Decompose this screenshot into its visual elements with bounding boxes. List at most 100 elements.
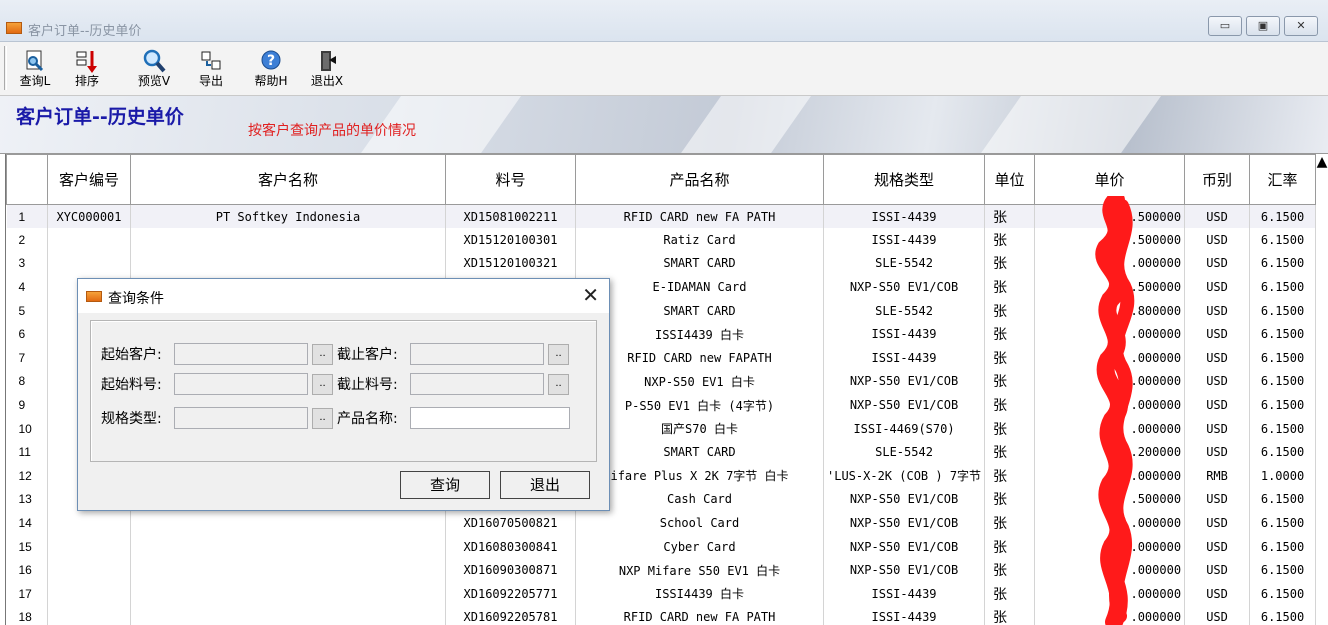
unit-price-cell[interactable]: .500000 (1034, 487, 1186, 512)
customer-code-cell[interactable] (47, 228, 131, 252)
product-name-cell[interactable]: P-S50 EV1 白卡 (4字节) (575, 393, 824, 417)
spec-type-cell[interactable]: NXP-S50 EV1/COB (823, 511, 986, 535)
table-row[interactable]: 1 XYC000001 PT Softkey Indonesia XD15081002… (6, 204, 1317, 229)
close-window-button[interactable]: ✕ (1284, 16, 1318, 36)
currency-cell[interactable]: USD (1184, 251, 1251, 276)
row-number-cell[interactable]: 16 (6, 558, 48, 582)
spec-type-cell[interactable]: NXP-S50 EV1/COB (823, 487, 986, 512)
row-number-cell[interactable]: 13 (6, 487, 48, 512)
exchange-rate-cell[interactable]: 6.1500 (1249, 298, 1317, 323)
unit-price-cell[interactable]: .000000 (1034, 605, 1186, 625)
unit-price-cell[interactable]: .500000 (1034, 275, 1186, 299)
row-number-cell[interactable]: 17 (6, 582, 48, 606)
table-row[interactable]: 15 XD16080300841 Cyber Card NXP-S50 EV1/COB… (6, 534, 1317, 559)
query-button[interactable]: 查询L (14, 46, 56, 92)
dialog-close-button[interactable]: ✕ (582, 283, 599, 307)
spec-type-cell[interactable]: NXP-S50 EV1/COB (823, 275, 986, 299)
exchange-rate-cell[interactable]: 6.1500 (1249, 487, 1317, 512)
exchange-rate-cell[interactable]: 6.1500 (1249, 369, 1317, 394)
unit-price-cell[interactable]: .000000 (1034, 558, 1186, 582)
row-number-cell[interactable]: 8 (6, 369, 48, 394)
start-customer-browse-button[interactable]: .. (312, 344, 333, 365)
unit-cell[interactable]: 张 (984, 346, 1036, 370)
exchange-rate-cell[interactable]: 6.1500 (1249, 558, 1317, 582)
product-name-cell[interactable]: Ratiz Card (575, 228, 824, 252)
row-number-cell[interactable]: 6 (6, 322, 48, 347)
exchange-rate-cell[interactable]: 6.1500 (1249, 322, 1317, 347)
row-number-cell[interactable]: 11 (6, 440, 48, 465)
part-number-cell[interactable]: XD15120100301 (445, 228, 576, 252)
currency-cell[interactable]: USD (1184, 393, 1251, 417)
unit-cell[interactable]: 张 (984, 393, 1036, 417)
spec-type-cell[interactable]: ISSI-4439 (823, 582, 986, 606)
row-number-cell[interactable]: 7 (6, 346, 48, 370)
spec-type-cell[interactable]: 'LUS-X-2K (COB ) 7字节 (823, 464, 986, 488)
unit-cell[interactable]: 张 (984, 204, 1036, 229)
unit-price-cell[interactable]: .200000 (1034, 440, 1186, 465)
customer-code-cell[interactable] (47, 534, 131, 559)
row-number-cell[interactable]: 18 (6, 605, 48, 625)
col-header-exchange-rate[interactable]: 汇率 (1249, 154, 1317, 205)
product-name-cell[interactable]: SMART CARD (575, 251, 824, 276)
unit-cell[interactable]: 张 (984, 298, 1036, 323)
unit-cell[interactable]: 张 (984, 369, 1036, 394)
unit-cell[interactable]: 张 (984, 582, 1036, 606)
product-name-cell[interactable]: RFID CARD new FA PATH (575, 605, 824, 625)
unit-cell[interactable]: 张 (984, 251, 1036, 276)
currency-cell[interactable]: USD (1184, 275, 1251, 299)
unit-cell[interactable]: 张 (984, 605, 1036, 625)
unit-price-cell[interactable]: .000000 (1034, 534, 1186, 559)
product-name-cell[interactable]: NXP Mifare S50 EV1 白卡 (575, 558, 824, 582)
spec-type-cell[interactable]: SLE-5542 (823, 251, 986, 276)
unit-price-cell[interactable]: .000000 (1034, 416, 1186, 441)
help-button[interactable]: ? 帮助H (250, 46, 292, 92)
unit-cell[interactable]: 张 (984, 534, 1036, 559)
row-number-cell[interactable]: 10 (6, 416, 48, 441)
currency-cell[interactable]: USD (1184, 369, 1251, 394)
exchange-rate-cell[interactable]: 6.1500 (1249, 582, 1317, 606)
customer-code-cell[interactable] (47, 251, 131, 276)
unit-price-cell[interactable]: .000000 (1034, 464, 1186, 488)
exchange-rate-cell[interactable]: 6.1500 (1249, 204, 1317, 229)
product-name-cell[interactable]: SMART CARD (575, 440, 824, 465)
customer-code-cell[interactable] (47, 511, 131, 535)
unit-price-cell[interactable]: .000000 (1034, 322, 1186, 347)
product-name-cell[interactable]: RFID CARD new FA PATH (575, 204, 824, 229)
exchange-rate-cell[interactable]: 6.1500 (1249, 393, 1317, 417)
col-header-product-name[interactable]: 产品名称 (575, 154, 824, 205)
currency-cell[interactable]: USD (1184, 582, 1251, 606)
currency-cell[interactable]: USD (1184, 322, 1251, 347)
customer-code-cell[interactable] (47, 582, 131, 606)
unit-cell[interactable]: 张 (984, 322, 1036, 347)
currency-cell[interactable]: USD (1184, 558, 1251, 582)
unit-cell[interactable]: 张 (984, 511, 1036, 535)
col-header-customer-name[interactable]: 客户名称 (130, 154, 446, 205)
product-name-cell[interactable]: SMART CARD (575, 298, 824, 323)
part-number-cell[interactable]: XD16070500821 (445, 511, 576, 535)
currency-cell[interactable]: USD (1184, 416, 1251, 441)
product-name-cell[interactable]: ISSI4439 白卡 (575, 582, 824, 606)
spec-type-cell[interactable]: NXP-S50 EV1/COB (823, 558, 986, 582)
spec-type-cell[interactable]: ISSI-4439 (823, 322, 986, 347)
table-row[interactable]: 2 XD15120100301 Ratiz Card ISSI-4439 张 .50000… (6, 228, 1317, 252)
currency-cell[interactable]: USD (1184, 511, 1251, 535)
spec-type-cell[interactable]: SLE-5542 (823, 298, 986, 323)
table-row[interactable]: 18 XD16092205781 RFID CARD new FA PATH ISSI… (6, 605, 1317, 625)
currency-cell[interactable]: USD (1184, 534, 1251, 559)
row-number-cell[interactable]: 9 (6, 393, 48, 417)
spec-type-cell[interactable]: ISSI-4439 (823, 228, 986, 252)
customer-name-cell[interactable] (130, 511, 446, 535)
exchange-rate-cell[interactable]: 6.1500 (1249, 416, 1317, 441)
unit-cell[interactable]: 张 (984, 416, 1036, 441)
col-header-unit-price[interactable]: 单价 (1034, 154, 1186, 205)
exit-button[interactable]: 退出X (306, 46, 348, 92)
customer-name-cell[interactable] (130, 228, 446, 252)
col-header-currency[interactable]: 币别 (1184, 154, 1251, 205)
row-number-cell[interactable]: 14 (6, 511, 48, 535)
currency-cell[interactable]: USD (1184, 204, 1251, 229)
exchange-rate-cell[interactable]: 6.1500 (1249, 346, 1317, 370)
preview-button[interactable]: 预览V (133, 46, 175, 92)
scroll-up-arrow[interactable]: ▲ (1316, 154, 1328, 184)
table-row[interactable]: 14 XD16070500821 School Card NXP-S50 EV1/CO… (6, 511, 1317, 535)
start-part-browse-button[interactable]: .. (312, 374, 333, 395)
